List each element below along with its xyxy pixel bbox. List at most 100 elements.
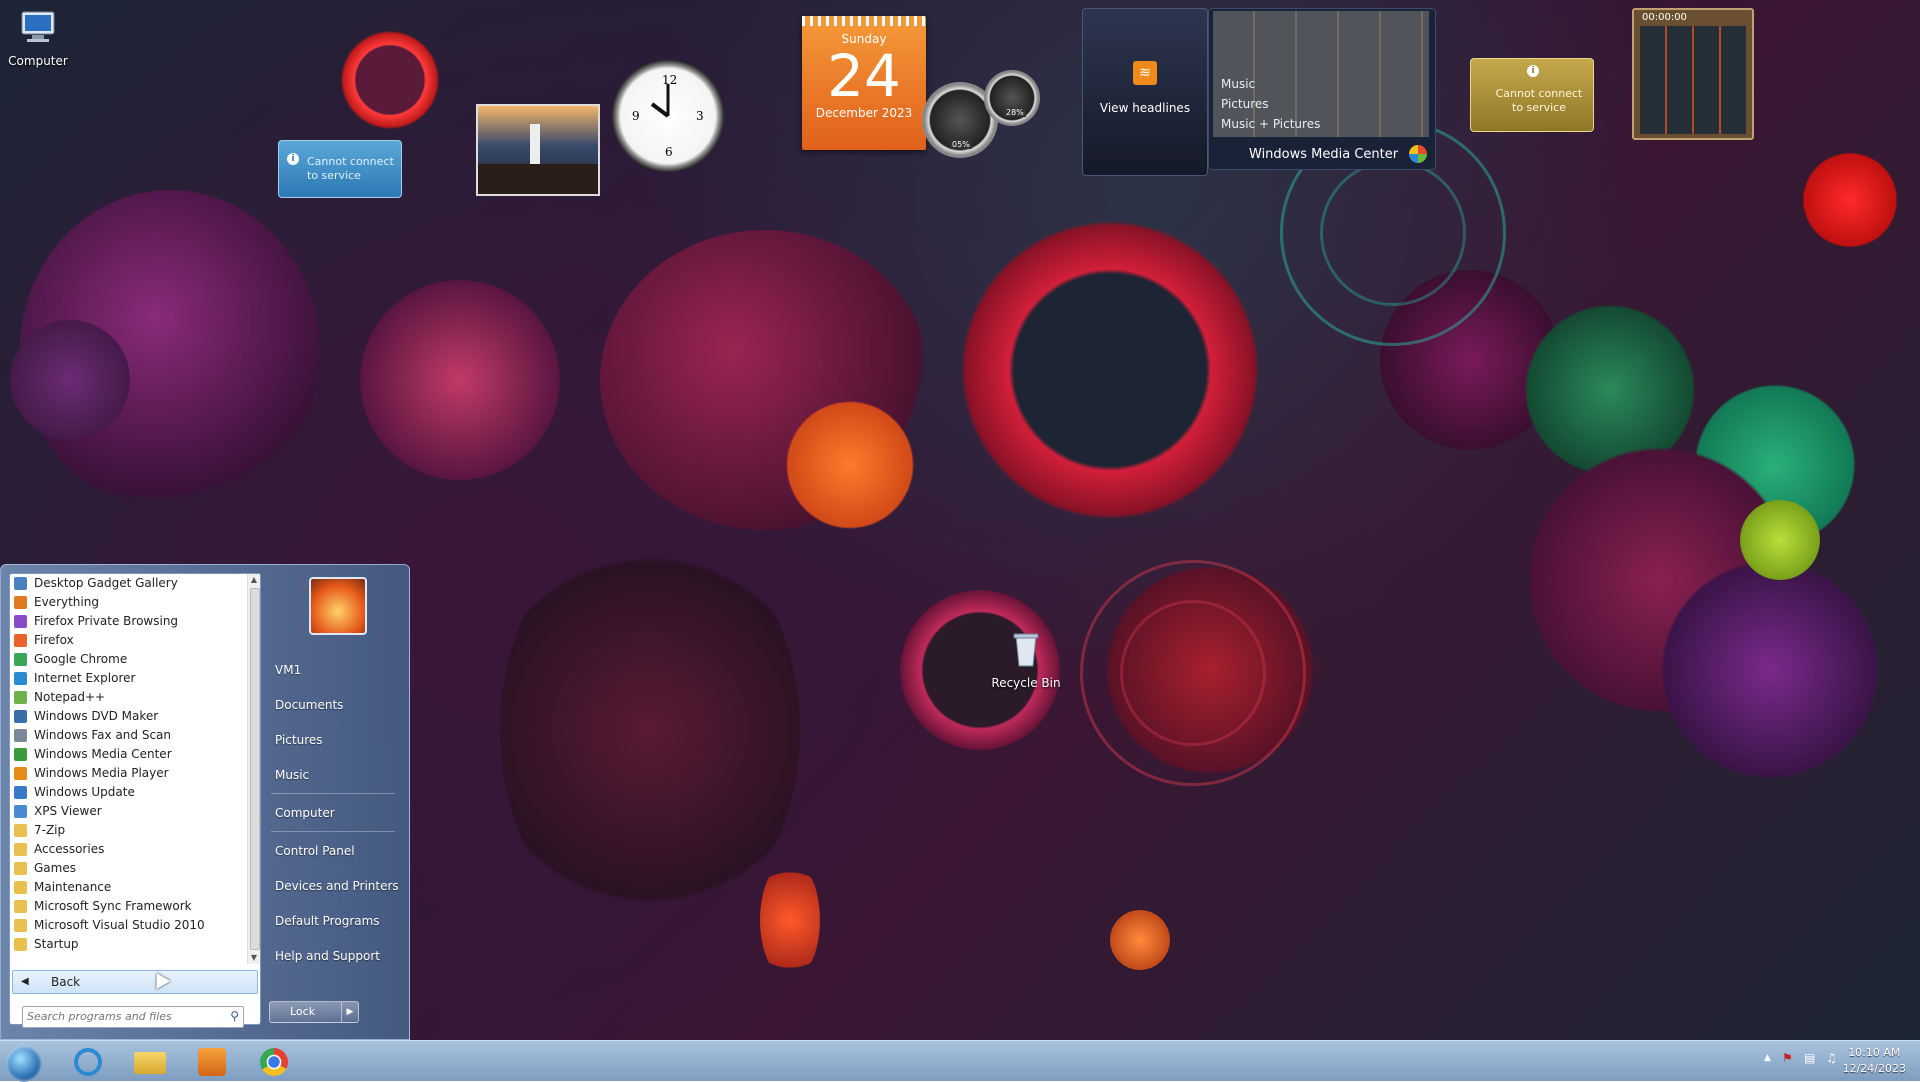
program-label: Accessories: [34, 842, 105, 856]
folder-icon: [14, 881, 27, 894]
gadget-weather-notice-right[interactable]: i Cannot connect to service: [1470, 58, 1594, 132]
program-item[interactable]: Firefox Private Browsing: [10, 612, 248, 631]
search-input[interactable]: [23, 1007, 221, 1025]
program-item[interactable]: Everything: [10, 593, 248, 612]
rss-icon: ≋: [1133, 61, 1157, 85]
taskbar-internet-explorer[interactable]: [62, 1044, 114, 1078]
program-item[interactable]: 7-Zip: [10, 821, 248, 840]
notice-text: Cannot connect to service: [307, 155, 394, 182]
start-link-music[interactable]: Music: [275, 768, 309, 782]
program-item[interactable]: Microsoft Sync Framework: [10, 897, 248, 916]
scroll-up-arrow-icon[interactable]: ▲: [248, 574, 260, 586]
start-search-box[interactable]: ⚲: [22, 1006, 244, 1028]
program-label: Microsoft Sync Framework: [34, 899, 192, 913]
gadget-calendar[interactable]: Sunday 24 December 2023: [802, 16, 926, 150]
info-icon: i: [1527, 65, 1539, 77]
chrome-icon: [260, 1048, 288, 1076]
program-item[interactable]: Windows Fax and Scan: [10, 726, 248, 745]
start-link-devices-printers[interactable]: Devices and Printers: [275, 879, 399, 893]
taskbar-clock[interactable]: 10:10 AM 12/24/2023: [1843, 1045, 1906, 1077]
program-item[interactable]: Maintenance: [10, 878, 248, 897]
program-label: Windows Media Center: [34, 747, 172, 761]
start-link-user[interactable]: VM1: [275, 663, 301, 677]
program-item[interactable]: Notepad++: [10, 688, 248, 707]
puzzle-grid: [1640, 26, 1746, 134]
gadget-cpu-meter[interactable]: 05% 28%: [922, 70, 1052, 160]
program-item[interactable]: Games: [10, 859, 248, 878]
taskbar-media-player[interactable]: [186, 1044, 238, 1078]
program-item[interactable]: Windows Media Center: [10, 745, 248, 764]
gadget-weather-notice[interactable]: i Cannot connect to service: [278, 140, 402, 198]
program-item[interactable]: Windows Media Player: [10, 764, 248, 783]
start-button[interactable]: [0, 1044, 52, 1082]
search-icon: [14, 596, 27, 609]
svg-text:12: 12: [662, 73, 677, 87]
media-item-pictures[interactable]: Pictures: [1221, 97, 1269, 111]
program-item[interactable]: Accessories: [10, 840, 248, 859]
desktop-icon-computer[interactable]: Computer: [0, 8, 76, 68]
volume-muted-icon[interactable]: ♫: [1826, 1051, 1837, 1065]
programs-scrollbar[interactable]: ▲ ▼: [247, 574, 260, 964]
gadget-slideshow[interactable]: [476, 104, 600, 196]
search-icon[interactable]: ⚲: [230, 1009, 239, 1023]
update-icon: [14, 786, 27, 799]
program-label: 7-Zip: [34, 823, 66, 837]
scrollbar-thumb[interactable]: [250, 588, 260, 950]
back-arrow-icon: ◀: [21, 976, 29, 987]
program-item[interactable]: Firefox: [10, 631, 248, 650]
gadget-icon: [14, 577, 27, 590]
start-link-control-panel[interactable]: Control Panel: [275, 844, 355, 858]
back-button[interactable]: ◀ Back: [12, 970, 258, 994]
start-link-default-programs[interactable]: Default Programs: [275, 914, 380, 928]
taskbar-chrome[interactable]: [248, 1044, 300, 1078]
program-label: Windows Media Player: [34, 766, 169, 780]
media-item-music[interactable]: Music: [1221, 77, 1255, 91]
show-hidden-icons-icon[interactable]: ▲: [1764, 1053, 1771, 1063]
start-menu: Desktop Gadget Gallery Everything Firefox …: [0, 564, 410, 1040]
ie-icon: [14, 672, 27, 685]
ram-percent: 28%: [1004, 108, 1026, 117]
gadget-picture-puzzle[interactable]: 00:00:00: [1632, 8, 1754, 140]
program-item[interactable]: Windows Update: [10, 783, 248, 802]
dvd-icon: [14, 710, 27, 723]
lock-label: Lock: [290, 1005, 316, 1018]
program-label: Notepad++: [34, 690, 106, 704]
action-center-flag-icon[interactable]: ⚑: [1782, 1051, 1793, 1065]
desktop-icon-recycle-bin[interactable]: Recycle Bin: [988, 630, 1064, 690]
gadget-feed-headlines[interactable]: ≋ View headlines: [1082, 8, 1208, 176]
network-icon[interactable]: ▤: [1804, 1051, 1815, 1065]
start-link-help-support[interactable]: Help and Support: [275, 949, 380, 963]
media-item-music-pictures[interactable]: Music + Pictures: [1221, 117, 1320, 131]
program-item[interactable]: Desktop Gadget Gallery: [10, 574, 248, 593]
folder-icon: [14, 862, 27, 875]
power-options-arrow-icon[interactable]: ▶: [341, 1002, 358, 1022]
program-item[interactable]: Startup: [10, 935, 248, 954]
program-label: Internet Explorer: [34, 671, 136, 685]
taskbar-file-explorer[interactable]: [124, 1044, 176, 1078]
program-item[interactable]: Windows DVD Maker: [10, 707, 248, 726]
lock-button[interactable]: Lock ▶: [269, 1001, 359, 1023]
program-item[interactable]: Google Chrome: [10, 650, 248, 669]
system-tray: ▲ ⚑ ▤ ♫ 10:10 AM 12/24/2023: [1720, 1041, 1920, 1081]
program-label: Everything: [34, 595, 99, 609]
program-item[interactable]: Internet Explorer: [10, 669, 248, 688]
calendar-day: 24: [827, 42, 901, 110]
svg-text:9: 9: [632, 109, 640, 123]
program-item[interactable]: XPS Viewer: [10, 802, 248, 821]
firefox-icon: [14, 634, 27, 647]
start-link-pictures[interactable]: Pictures: [275, 733, 323, 747]
program-label: Firefox Private Browsing: [34, 614, 179, 628]
user-avatar[interactable]: [309, 577, 367, 635]
media-player-icon: [14, 767, 27, 780]
program-label: Windows DVD Maker: [34, 709, 159, 723]
start-link-computer[interactable]: Computer: [275, 806, 335, 820]
scroll-down-arrow-icon[interactable]: ▼: [248, 952, 260, 964]
folder-icon: [14, 843, 27, 856]
program-label: Google Chrome: [34, 652, 128, 666]
program-label: Games: [34, 861, 76, 875]
program-item[interactable]: Microsoft Visual Studio 2010: [10, 916, 248, 935]
start-link-documents[interactable]: Documents: [275, 698, 343, 712]
gadget-media-center[interactable]: Music Pictures Music + Pictures Windows …: [1208, 8, 1436, 170]
program-label: Windows Fax and Scan: [34, 728, 172, 742]
gadget-clock[interactable]: 12 3 6 9: [612, 60, 724, 172]
